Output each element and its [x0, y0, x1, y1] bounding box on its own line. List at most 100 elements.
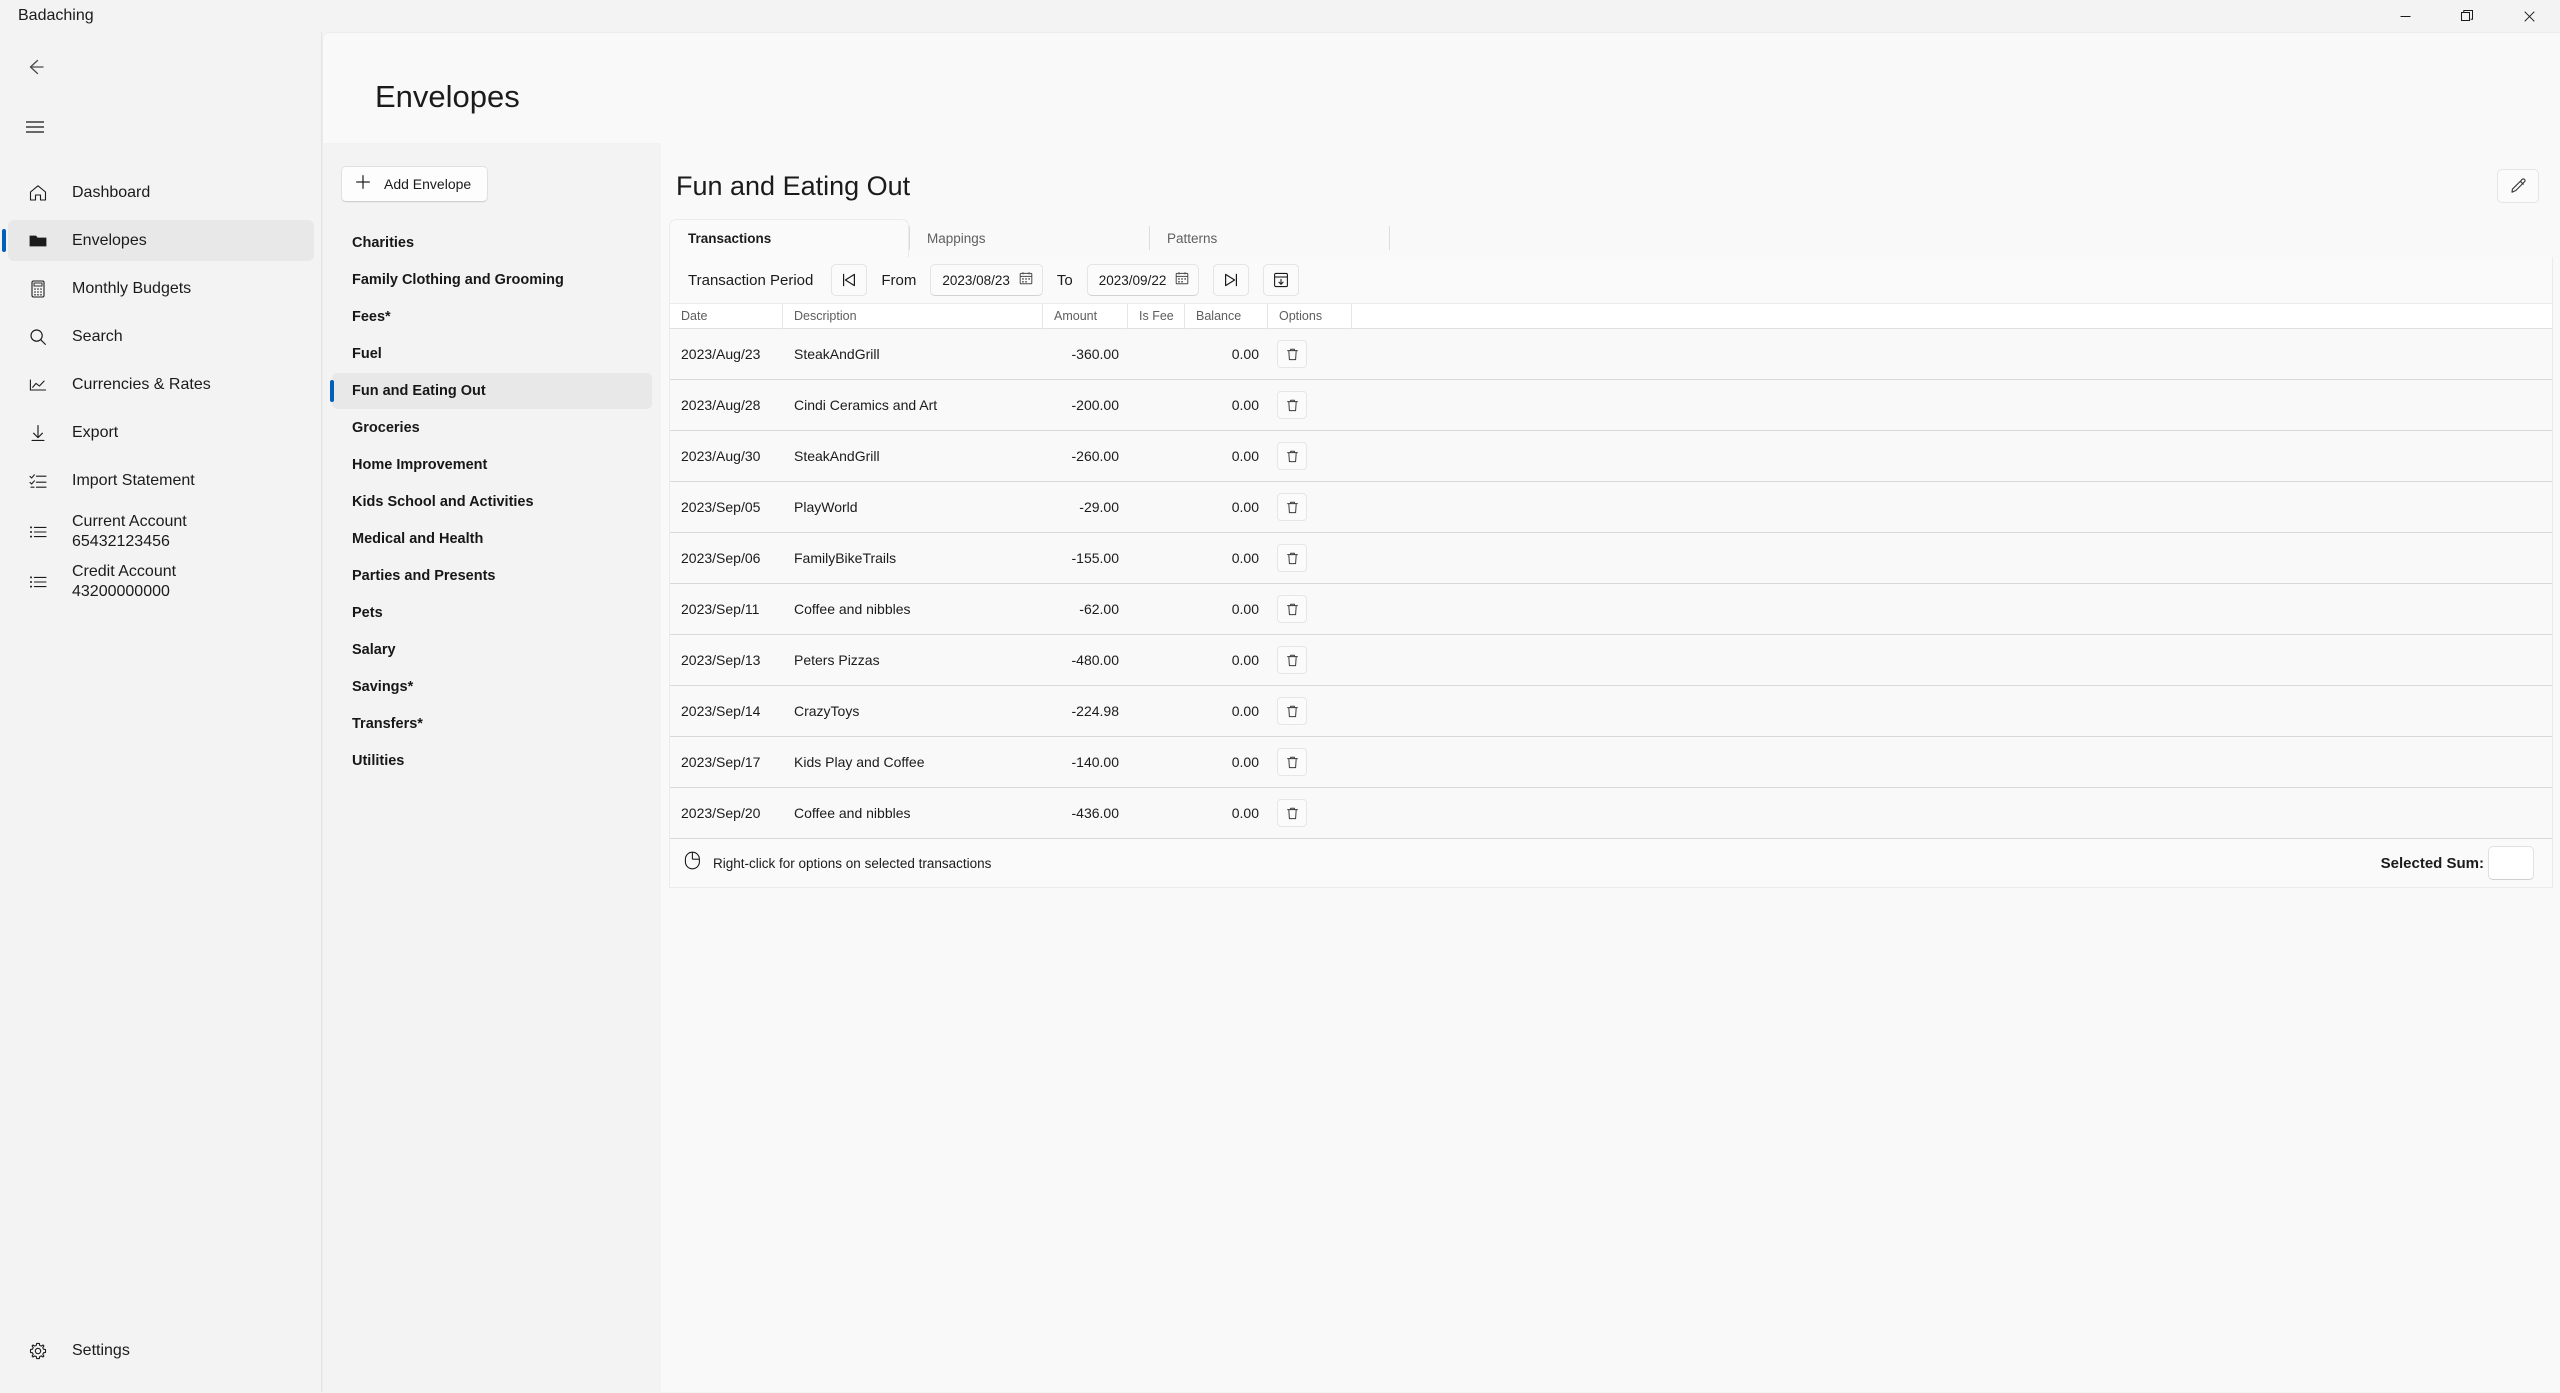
- delete-transaction-button[interactable]: [1277, 442, 1307, 470]
- cell-options: [1268, 697, 1352, 725]
- envelope-item-home-improvement[interactable]: Home Improvement: [332, 447, 652, 483]
- selected-sum-value[interactable]: [2488, 846, 2534, 880]
- envelope-item-pets[interactable]: Pets: [332, 595, 652, 631]
- calendar-icon: [1175, 271, 1189, 290]
- tab-label: Transactions: [688, 231, 772, 246]
- cell-balance: 0.00: [1231, 652, 1259, 668]
- column-header-balance[interactable]: Balance: [1185, 303, 1268, 329]
- trash-icon: [1286, 705, 1298, 717]
- sidebar-item-import-statement[interactable]: Import Statement: [8, 460, 314, 501]
- delete-transaction-button[interactable]: [1277, 799, 1307, 827]
- envelope-item-charities[interactable]: Charities: [332, 225, 652, 261]
- table-row[interactable]: 2023/Sep/06 FamilyBikeTrails -155.00 0.0…: [670, 533, 2552, 584]
- delete-transaction-button[interactable]: [1277, 391, 1307, 419]
- sidebar-item-envelopes[interactable]: Envelopes: [2, 220, 314, 261]
- cell-date: 2023/Aug/30: [681, 448, 761, 464]
- table-row[interactable]: 2023/Sep/11 Coffee and nibbles -62.00 0.…: [670, 584, 2552, 635]
- envelope-item-family-clothing-and-grooming[interactable]: Family Clothing and Grooming: [332, 262, 652, 298]
- trash-icon: [1286, 552, 1298, 564]
- tab-transactions[interactable]: Transactions: [669, 219, 909, 257]
- table-row[interactable]: 2023/Sep/13 Peters Pizzas -480.00 0.00: [670, 635, 2552, 686]
- cell-date: 2023/Sep/11: [681, 601, 760, 617]
- envelope-item-kids-school-and-activities[interactable]: Kids School and Activities: [332, 484, 652, 520]
- tab-patterns[interactable]: Patterns: [1149, 219, 1389, 257]
- envelope-item-medical-and-health[interactable]: Medical and Health: [332, 521, 652, 557]
- column-header-options[interactable]: Options: [1268, 303, 1352, 329]
- close-button[interactable]: [2498, 0, 2560, 32]
- transactions-table-header: Date Description Amount Is Fee Balance O…: [669, 303, 2553, 329]
- table-row[interactable]: 2023/Aug/30 SteakAndGrill -260.00 0.00: [670, 431, 2552, 482]
- download-icon: [26, 421, 50, 445]
- next-period-button[interactable]: [1213, 264, 1250, 296]
- delete-transaction-button[interactable]: [1277, 646, 1307, 674]
- back-button[interactable]: [8, 40, 62, 94]
- envelope-item-fees[interactable]: Fees*: [332, 299, 652, 335]
- sidebar-item-monthly-budgets[interactable]: Monthly Budgets: [8, 268, 314, 309]
- calculator-icon: [26, 277, 50, 301]
- delete-transaction-button[interactable]: [1277, 493, 1307, 521]
- envelope-title: Fun and Eating Out: [676, 171, 911, 201]
- tab-mappings[interactable]: Mappings: [909, 219, 1149, 257]
- envelope-item-utilities[interactable]: Utilities: [332, 743, 652, 779]
- column-header-is-fee[interactable]: Is Fee: [1128, 303, 1185, 329]
- cell-amount: -436.00: [1071, 805, 1119, 821]
- home-icon: [26, 181, 50, 205]
- sidebar-item-currencies-rates[interactable]: Currencies & Rates: [8, 364, 314, 405]
- envelope-list: Charities Family Clothing and Grooming F…: [323, 225, 661, 779]
- sidebar-item-credit-account[interactable]: Credit Account 43200000000: [8, 558, 314, 606]
- table-row[interactable]: 2023/Aug/23 SteakAndGrill -360.00 0.00: [670, 329, 2552, 380]
- cell-date: 2023/Sep/06: [681, 550, 761, 566]
- menu-toggle-button[interactable]: [8, 100, 62, 154]
- sidebar-item-label: Monthly Budgets: [72, 279, 192, 297]
- table-row[interactable]: 2023/Aug/28 Cindi Ceramics and Art -200.…: [670, 380, 2552, 431]
- envelope-item-fun-and-eating-out[interactable]: Fun and Eating Out: [330, 373, 652, 409]
- previous-period-button[interactable]: [831, 264, 868, 296]
- envelope-item-salary[interactable]: Salary: [332, 632, 652, 668]
- cell-description: Cindi Ceramics and Art: [794, 397, 938, 413]
- cell-description: SteakAndGrill: [794, 346, 880, 362]
- envelope-item-label: Parties and Presents: [352, 568, 496, 584]
- delete-transaction-button[interactable]: [1277, 544, 1307, 572]
- delete-transaction-button[interactable]: [1277, 340, 1307, 368]
- cell-balance: 0.00: [1231, 397, 1259, 413]
- cell-balance: 0.00: [1231, 703, 1259, 719]
- from-date-field[interactable]: 2023/08/23: [930, 264, 1043, 296]
- envelope-item-savings[interactable]: Savings*: [332, 669, 652, 705]
- envelope-list-panel: Add Envelope Charities Family Clothing a…: [323, 143, 661, 1393]
- delete-transaction-button[interactable]: [1277, 697, 1307, 725]
- column-header-filler: [1352, 303, 2552, 329]
- table-row[interactable]: 2023/Sep/17 Kids Play and Coffee -140.00…: [670, 737, 2552, 788]
- add-envelope-button[interactable]: Add Envelope: [341, 166, 489, 202]
- sidebar-item-current-account[interactable]: Current Account 65432123456: [8, 508, 314, 556]
- sidebar-item-search[interactable]: Search: [8, 316, 314, 357]
- envelope-item-transfers[interactable]: Transfers*: [332, 706, 652, 742]
- to-date-field[interactable]: 2023/09/22: [1086, 264, 1200, 296]
- envelope-item-groceries[interactable]: Groceries: [332, 410, 652, 446]
- cell-balance: 0.00: [1231, 448, 1259, 464]
- cell-balance: 0.00: [1231, 346, 1259, 362]
- maximize-button[interactable]: [2436, 0, 2498, 32]
- minimize-button[interactable]: [2374, 0, 2436, 32]
- delete-transaction-button[interactable]: [1277, 748, 1307, 776]
- column-header-description[interactable]: Description: [783, 303, 1043, 329]
- sidebar-items: Dashboard Envelopes Monthly Budgets Sear…: [0, 172, 322, 608]
- sidebar-item-export[interactable]: Export: [8, 412, 314, 453]
- envelope-item-parties-and-presents[interactable]: Parties and Presents: [332, 558, 652, 594]
- envelope-item-fuel[interactable]: Fuel: [332, 336, 652, 372]
- column-header-amount[interactable]: Amount: [1043, 303, 1128, 329]
- table-row[interactable]: 2023/Sep/14 CrazyToys -224.98 0.00: [670, 686, 2552, 737]
- cell-options: [1268, 544, 1352, 572]
- from-date-value: 2023/08/23: [942, 272, 1010, 288]
- table-row[interactable]: 2023/Sep/20 Coffee and nibbles -436.00 0…: [670, 788, 2552, 839]
- delete-transaction-button[interactable]: [1277, 595, 1307, 623]
- edit-envelope-button[interactable]: [2497, 169, 2539, 203]
- cell-amount: -200.00: [1071, 397, 1119, 413]
- sidebar-footer: Settings: [0, 1330, 322, 1378]
- sidebar-item-dashboard[interactable]: Dashboard: [8, 172, 314, 213]
- period-calendar-button[interactable]: [1263, 264, 1300, 296]
- column-header-date[interactable]: Date: [670, 303, 783, 329]
- sidebar-item-settings[interactable]: Settings: [8, 1330, 314, 1371]
- envelope-item-label: Pets: [352, 605, 383, 621]
- cell-description: FamilyBikeTrails: [794, 550, 897, 566]
- table-row[interactable]: 2023/Sep/05 PlayWorld -29.00 0.00: [670, 482, 2552, 533]
